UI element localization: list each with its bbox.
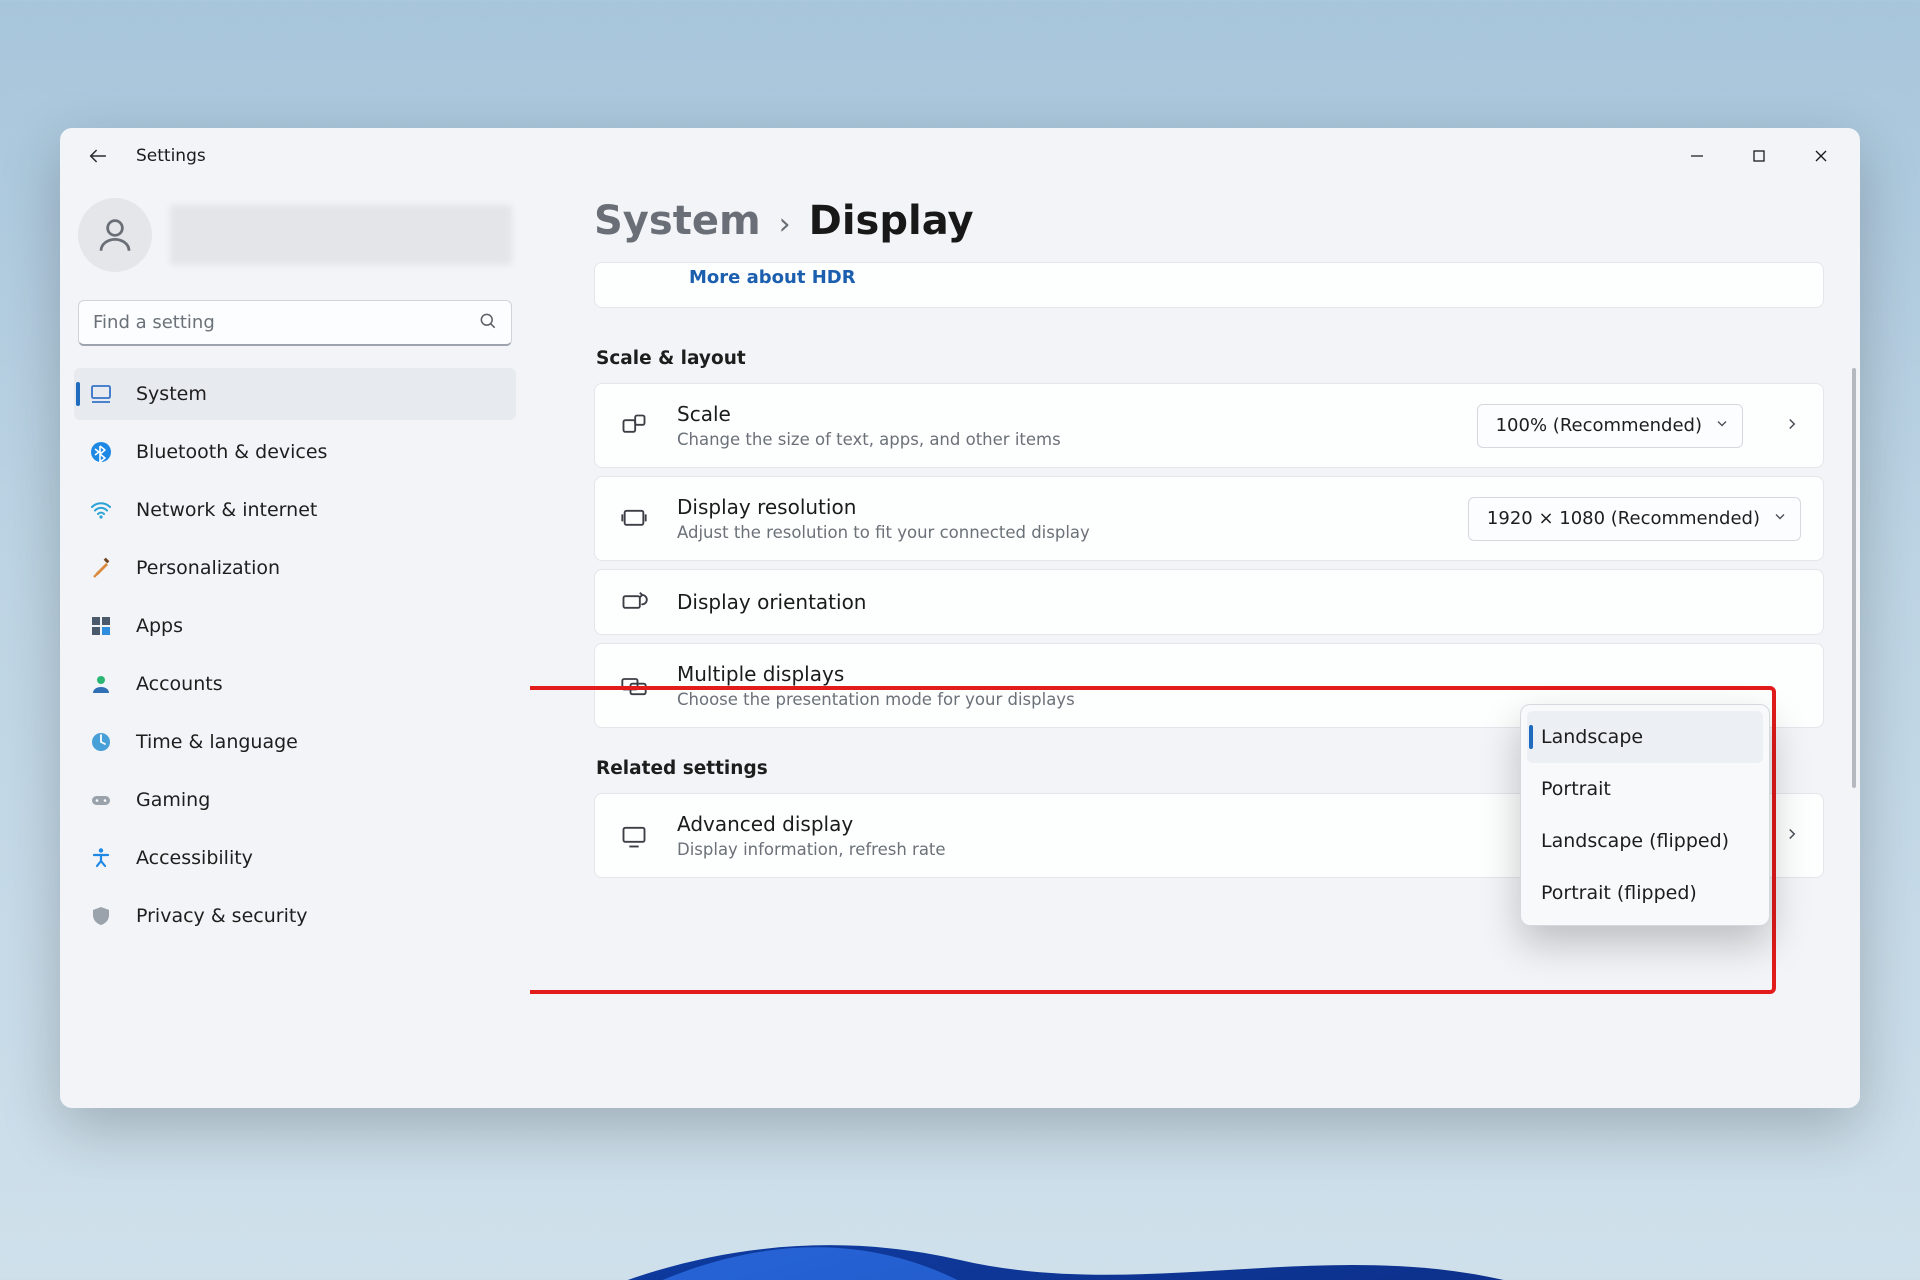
row-resolution[interactable]: Display resolution Adjust the resolution… bbox=[594, 476, 1824, 561]
sidebar: System Bluetooth & devices Network & int… bbox=[60, 184, 530, 1108]
resolution-select-value: 1920 × 1080 (Recommended) bbox=[1487, 508, 1760, 529]
orientation-icon bbox=[617, 588, 651, 616]
search-icon bbox=[478, 311, 498, 335]
back-button[interactable] bbox=[78, 136, 118, 176]
breadcrumb: System › Display bbox=[594, 188, 1824, 262]
sidebar-item-gaming[interactable]: Gaming bbox=[74, 774, 516, 826]
row-subtitle: Change the size of text, apps, and other… bbox=[677, 430, 1451, 449]
sidebar-item-apps[interactable]: Apps bbox=[74, 600, 516, 652]
resolution-select[interactable]: 1920 × 1080 (Recommended) bbox=[1468, 497, 1801, 541]
sidebar-item-label: Accessibility bbox=[136, 847, 253, 869]
row-title: Multiple displays bbox=[677, 662, 1801, 686]
row-orientation[interactable]: Display orientation bbox=[594, 569, 1824, 635]
sidebar-item-label: Gaming bbox=[136, 789, 210, 811]
scale-select[interactable]: 100% (Recommended) bbox=[1477, 404, 1743, 448]
orientation-option-landscape[interactable]: Landscape bbox=[1527, 711, 1763, 763]
scale-select-value: 100% (Recommended) bbox=[1496, 415, 1702, 436]
sidebar-item-label: Time & language bbox=[136, 731, 298, 753]
sidebar-item-label: Bluetooth & devices bbox=[136, 441, 327, 463]
row-scale[interactable]: Scale Change the size of text, apps, and… bbox=[594, 383, 1824, 468]
search-box[interactable] bbox=[78, 300, 512, 346]
popup-item-label: Portrait (flipped) bbox=[1541, 882, 1697, 904]
hdr-card[interactable]: More about HDR bbox=[594, 262, 1824, 308]
chevron-right-icon[interactable] bbox=[1783, 415, 1801, 437]
multiple-displays-icon bbox=[617, 672, 651, 700]
resolution-icon bbox=[617, 505, 651, 533]
wifi-icon bbox=[88, 497, 114, 523]
sidebar-item-label: Personalization bbox=[136, 557, 280, 579]
scrollbar[interactable] bbox=[1852, 368, 1856, 788]
apps-icon bbox=[88, 613, 114, 639]
section-title-scale-layout: Scale & layout bbox=[596, 348, 1824, 369]
shield-icon bbox=[88, 903, 114, 929]
orientation-option-landscape-flipped[interactable]: Landscape (flipped) bbox=[1527, 815, 1763, 867]
hdr-more-link[interactable]: More about HDR bbox=[689, 263, 856, 288]
gamepad-icon bbox=[88, 787, 114, 813]
sidebar-item-time[interactable]: Time & language bbox=[74, 716, 516, 768]
popup-item-label: Landscape bbox=[1541, 726, 1643, 748]
orientation-option-portrait-flipped[interactable]: Portrait (flipped) bbox=[1527, 867, 1763, 919]
system-icon bbox=[88, 381, 114, 407]
settings-window: Settings bbox=[60, 128, 1860, 1108]
sidebar-item-privacy[interactable]: Privacy & security bbox=[74, 890, 516, 942]
sidebar-item-label: Network & internet bbox=[136, 499, 317, 521]
accounts-icon bbox=[88, 671, 114, 697]
row-subtitle: Adjust the resolution to fit your connec… bbox=[677, 523, 1442, 542]
profile-name-redacted bbox=[170, 205, 512, 265]
chevron-down-icon bbox=[1772, 508, 1788, 529]
popup-item-label: Portrait bbox=[1541, 778, 1611, 800]
orientation-popup: Landscape Portrait Landscape (flipped) P… bbox=[1520, 704, 1770, 926]
sidebar-item-bluetooth[interactable]: Bluetooth & devices bbox=[74, 426, 516, 478]
sidebar-item-network[interactable]: Network & internet bbox=[74, 484, 516, 536]
chevron-down-icon bbox=[1714, 415, 1730, 436]
sidebar-item-accounts[interactable]: Accounts bbox=[74, 658, 516, 710]
paintbrush-icon bbox=[88, 555, 114, 581]
chevron-right-icon[interactable] bbox=[1783, 825, 1801, 847]
app-title: Settings bbox=[136, 146, 206, 166]
row-title: Display orientation bbox=[677, 590, 1801, 614]
avatar bbox=[78, 198, 152, 272]
monitor-icon bbox=[617, 822, 651, 850]
orientation-option-portrait[interactable]: Portrait bbox=[1527, 763, 1763, 815]
row-title: Display resolution bbox=[677, 495, 1442, 519]
sidebar-item-label: System bbox=[136, 383, 207, 405]
sidebar-item-personalization[interactable]: Personalization bbox=[74, 542, 516, 594]
breadcrumb-separator-icon: › bbox=[779, 207, 791, 242]
search-input[interactable] bbox=[78, 300, 512, 346]
nav-list: System Bluetooth & devices Network & int… bbox=[74, 368, 516, 942]
breadcrumb-current: Display bbox=[809, 198, 974, 244]
clock-globe-icon bbox=[88, 729, 114, 755]
titlebar: Settings bbox=[60, 128, 1860, 184]
sidebar-item-label: Accounts bbox=[136, 673, 223, 695]
window-minimize-button[interactable] bbox=[1666, 134, 1728, 178]
sidebar-item-system[interactable]: System bbox=[74, 368, 516, 420]
window-close-button[interactable] bbox=[1790, 134, 1852, 178]
main-content: System › Display More about HDR Scale & … bbox=[530, 184, 1860, 1108]
sidebar-item-label: Apps bbox=[136, 615, 183, 637]
bluetooth-icon bbox=[88, 439, 114, 465]
popup-item-label: Landscape (flipped) bbox=[1541, 830, 1729, 852]
sidebar-item-accessibility[interactable]: Accessibility bbox=[74, 832, 516, 884]
sidebar-item-label: Privacy & security bbox=[136, 905, 308, 927]
window-maximize-button[interactable] bbox=[1728, 134, 1790, 178]
profile-block[interactable] bbox=[74, 192, 516, 290]
accessibility-icon bbox=[88, 845, 114, 871]
scale-icon bbox=[617, 412, 651, 440]
breadcrumb-parent[interactable]: System bbox=[594, 198, 761, 244]
row-title: Scale bbox=[677, 402, 1451, 426]
